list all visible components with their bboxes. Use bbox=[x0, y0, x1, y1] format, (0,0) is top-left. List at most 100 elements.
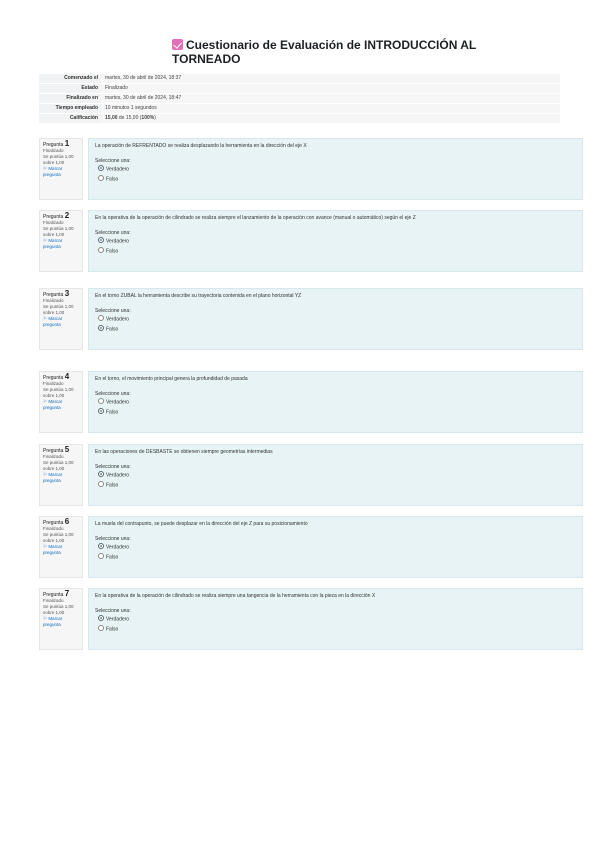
summary-label: Estado bbox=[39, 83, 101, 94]
flag-question-link[interactable]: ⚐ Marcar pregunta bbox=[43, 316, 79, 328]
question-text: En la operativa de la operación de cilin… bbox=[95, 215, 416, 221]
question-number: Pregunta 7 bbox=[43, 589, 70, 599]
question-text: En la operativa de la operación de cilin… bbox=[95, 593, 376, 599]
page-title-text: Cuestionario de Evaluación de INTRODUCCI… bbox=[172, 38, 477, 66]
summary-row: Tiempo empleado 10 minutos 1 segundos bbox=[39, 103, 560, 114]
question-content: La muela del contrapunto, se puede despl… bbox=[88, 516, 583, 578]
radio-button[interactable] bbox=[98, 165, 104, 171]
question-text: La operación de REFRENTADO se realiza de… bbox=[95, 143, 307, 149]
question-content: La operación de REFRENTADO se realiza de… bbox=[88, 138, 583, 200]
answer-option[interactable]: Verdadero bbox=[95, 398, 576, 408]
flag-icon: ⚐ bbox=[43, 166, 48, 171]
summary-row: Estado Finalizado bbox=[39, 83, 560, 94]
answer-option[interactable]: Verdadero bbox=[95, 543, 576, 553]
flag-icon: ⚐ bbox=[43, 238, 48, 243]
answer-prompt: Seleccione una: bbox=[95, 230, 131, 236]
flag-question-link[interactable]: ⚐ Marcar pregunta bbox=[43, 399, 79, 411]
flag-icon: ⚐ bbox=[43, 616, 48, 621]
summary-label: Comenzado el bbox=[39, 73, 101, 84]
flag-question-link[interactable]: ⚐ Marcar pregunta bbox=[43, 238, 79, 250]
answer-prompt: Seleccione una: bbox=[95, 608, 131, 614]
flag-question-link[interactable]: ⚐ Marcar pregunta bbox=[43, 616, 79, 628]
summary-row: Calificación 15,00 de 15,00 (100%) bbox=[39, 113, 560, 123]
question-content: En la operativa de la operación de cilin… bbox=[88, 588, 583, 650]
question-text: En las operaciones de DESBASTE se obtien… bbox=[95, 449, 273, 455]
summary-value: martes, 30 de abril de 2024, 18:37 bbox=[101, 73, 560, 84]
question-number: Pregunta 4 bbox=[43, 372, 70, 382]
question-number: Pregunta 2 bbox=[43, 211, 70, 221]
answer-option[interactable]: Falso bbox=[95, 174, 576, 185]
answer-prompt: Seleccione una: bbox=[95, 158, 131, 164]
question-number: Pregunta 5 bbox=[43, 445, 70, 455]
grade-value: 15,00 bbox=[105, 115, 118, 121]
question-info: Pregunta 1 Finalizado Se puntúa 1,00 sob… bbox=[39, 138, 83, 200]
flag-question-link[interactable]: ⚐ Marcar pregunta bbox=[43, 544, 79, 556]
radio-button[interactable] bbox=[98, 552, 104, 559]
summary-row: Finalizado en martes, 30 de abril de 2024… bbox=[39, 93, 560, 104]
answer-option[interactable]: Verdadero bbox=[95, 315, 576, 325]
flag-icon: ⚐ bbox=[43, 472, 48, 477]
flag-icon: ⚐ bbox=[43, 316, 48, 321]
attempt-summary-table: Comenzado el martes, 30 de abril de 2024,… bbox=[39, 73, 560, 123]
radio-button[interactable] bbox=[98, 615, 104, 621]
question-info: Pregunta 7 Finalizado Se puntúa 1,00 sob… bbox=[39, 588, 83, 650]
radio-button[interactable] bbox=[98, 398, 104, 404]
radio-button[interactable] bbox=[98, 237, 104, 243]
answer-option[interactable]: Falso bbox=[95, 624, 576, 635]
answer-option[interactable]: Verdadero bbox=[95, 471, 576, 481]
answer-option[interactable]: Falso bbox=[95, 324, 576, 335]
question-score: Se puntúa 1,00 sobre 1,00 bbox=[43, 304, 74, 315]
radio-button[interactable] bbox=[98, 324, 104, 331]
question-info: Pregunta 4 Finalizado Se puntúa 1,00 sob… bbox=[39, 371, 83, 433]
flag-icon: ⚐ bbox=[43, 399, 48, 404]
radio-button[interactable] bbox=[98, 543, 104, 549]
question-score: Se puntúa 1,00 sobre 1,00 bbox=[43, 387, 74, 398]
question-content: En las operaciones de DESBASTE se obtien… bbox=[88, 444, 583, 506]
question-info: Pregunta 2 Finalizado Se puntúa 1,00 sob… bbox=[39, 210, 83, 272]
radio-button[interactable] bbox=[98, 246, 104, 253]
question-content: En el torno, el movimiento principal gen… bbox=[88, 371, 583, 433]
radio-button[interactable] bbox=[98, 471, 104, 477]
summary-label: Calificación bbox=[39, 113, 101, 123]
question-text: La muela del contrapunto, se puede despl… bbox=[95, 521, 308, 527]
question-score: Se puntúa 1,00 sobre 1,00 bbox=[43, 226, 74, 237]
summary-value: 10 minutos 1 segundos bbox=[101, 103, 560, 114]
question-info: Pregunta 6 Finalizado Se puntúa 1,00 sob… bbox=[39, 516, 83, 578]
flag-question-link[interactable]: ⚐ Marcar pregunta bbox=[43, 472, 79, 484]
question-score: Se puntúa 1,00 sobre 1,00 bbox=[43, 460, 74, 471]
question-score: Se puntúa 1,00 sobre 1,00 bbox=[43, 154, 74, 165]
radio-button[interactable] bbox=[98, 315, 104, 321]
answer-option[interactable]: Falso bbox=[95, 407, 576, 418]
summary-value: Finalizado bbox=[101, 83, 560, 94]
flag-question-link[interactable]: ⚐ Marcar pregunta bbox=[43, 166, 79, 178]
radio-button[interactable] bbox=[98, 407, 104, 414]
page-title: Cuestionario de Evaluación de INTRODUCCI… bbox=[172, 38, 532, 66]
answer-prompt: Seleccione una: bbox=[95, 464, 131, 470]
answer-option[interactable]: Falso bbox=[95, 480, 576, 491]
question-content: En el torno ZUBAL la herramienta describ… bbox=[88, 288, 583, 350]
question-text: En el torno, el movimiento principal gen… bbox=[95, 376, 248, 382]
question-number: Pregunta 1 bbox=[43, 139, 70, 149]
answer-option[interactable]: Falso bbox=[95, 552, 576, 563]
quiz-icon bbox=[172, 39, 183, 50]
answer-prompt: Seleccione una: bbox=[95, 308, 131, 314]
radio-button[interactable] bbox=[98, 174, 104, 181]
question-number: Pregunta 6 bbox=[43, 517, 70, 527]
answer-prompt: Seleccione una: bbox=[95, 536, 131, 542]
question-number: Pregunta 3 bbox=[43, 289, 70, 299]
answer-option[interactable]: Verdadero bbox=[95, 615, 576, 625]
flag-icon: ⚐ bbox=[43, 544, 48, 549]
question-content: En la operativa de la operación de cilin… bbox=[88, 210, 583, 272]
question-info: Pregunta 5 Finalizado Se puntúa 1,00 sob… bbox=[39, 444, 83, 506]
answer-prompt: Seleccione una: bbox=[95, 391, 131, 397]
grade-percent: 100% bbox=[141, 115, 155, 121]
summary-row: Comenzado el martes, 30 de abril de 2024,… bbox=[39, 73, 560, 84]
question-score: Se puntúa 1,00 sobre 1,00 bbox=[43, 532, 74, 543]
answer-option[interactable]: Falso bbox=[95, 246, 576, 257]
answer-option[interactable]: Verdadero bbox=[95, 237, 576, 247]
question-text: En el torno ZUBAL la herramienta describ… bbox=[95, 293, 302, 299]
radio-button[interactable] bbox=[98, 624, 104, 631]
radio-button[interactable] bbox=[98, 480, 104, 487]
answer-option[interactable]: Verdadero bbox=[95, 165, 576, 175]
question-info: Pregunta 3 Finalizado Se puntúa 1,00 sob… bbox=[39, 288, 83, 350]
